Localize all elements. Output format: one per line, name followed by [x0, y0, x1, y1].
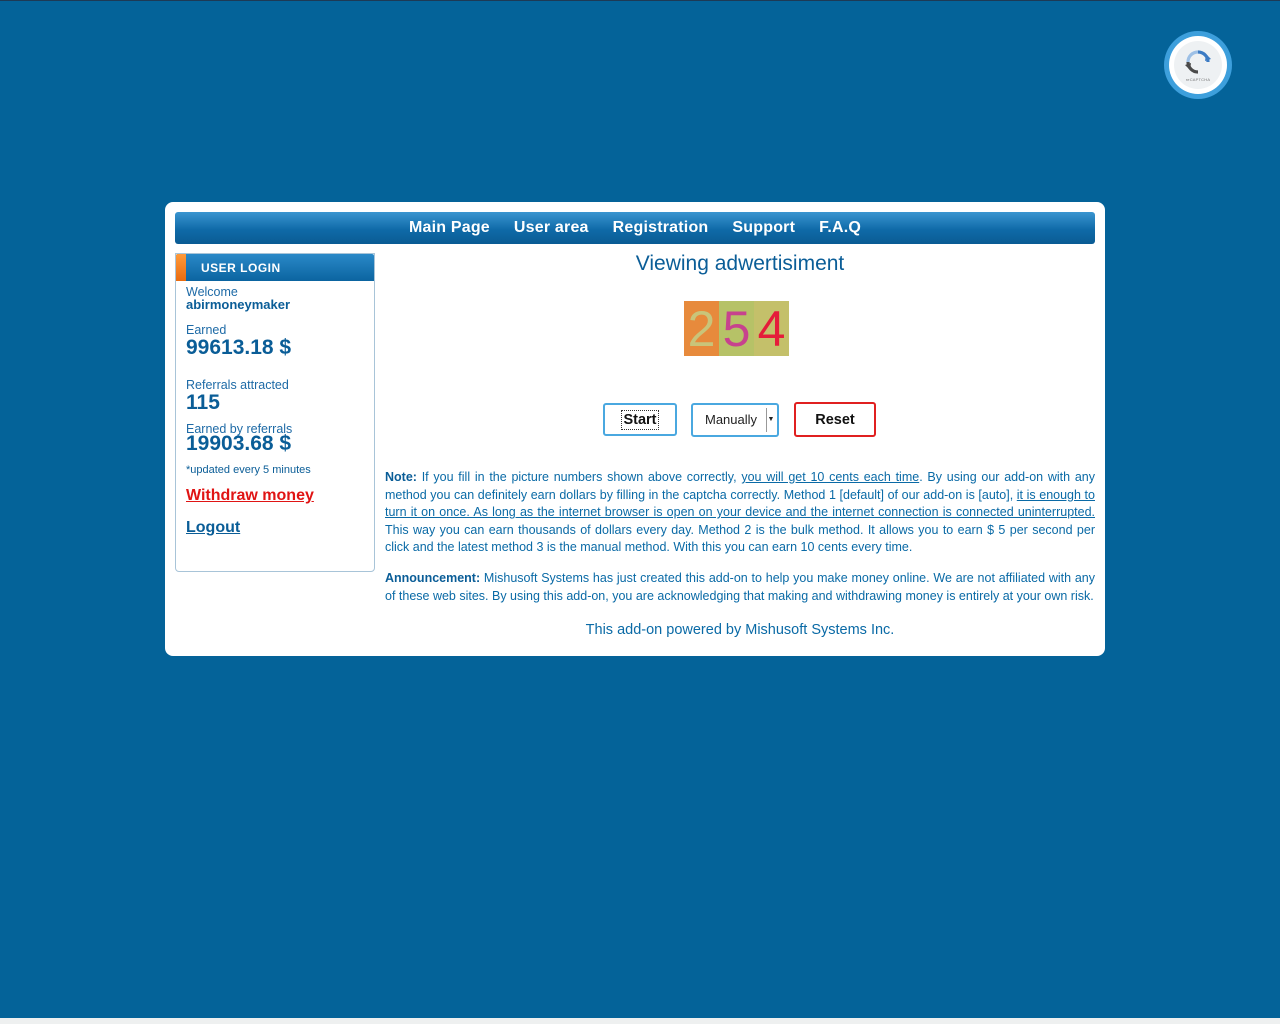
mode-select-value: Manually	[705, 412, 758, 427]
top-border	[0, 0, 1280, 1]
note-text-3: This way you can earn thousands of dolla…	[385, 522, 1095, 555]
captcha-digit: 2	[684, 301, 719, 357]
page-title: Viewing adwertisiment	[635, 252, 845, 275]
announcement-text: Mishusoft Systems has just created this …	[385, 571, 1095, 603]
user-login-box: USER LOGIN Welcome abirmoneymaker Earned…	[175, 253, 375, 572]
captcha-controls: Start Manually ▼ Reset	[603, 402, 876, 437]
login-header: USER LOGIN	[176, 254, 374, 281]
content-area: Viewing adwertisiment 2 5 4 Start Manual…	[385, 251, 1095, 638]
note-label: Note:	[385, 470, 417, 484]
earned-value: 99613.18 $	[186, 336, 292, 359]
announcement-label: Announcement:	[385, 571, 481, 585]
login-title: USER LOGIN	[201, 261, 281, 275]
logout-link[interactable]: Logout	[186, 519, 364, 537]
recaptcha-ring: reCAPTCHA	[1169, 36, 1227, 94]
update-note: *updated every 5 minutes	[186, 464, 311, 476]
top-nav: Main Page User area Registration Support…	[175, 212, 1095, 244]
nav-registration[interactable]: Registration	[601, 219, 721, 237]
withdraw-money-link[interactable]: Withdraw money	[186, 487, 364, 505]
earned-label: Earned	[186, 323, 227, 337]
recaptcha-label: reCAPTCHA	[1185, 77, 1211, 82]
nav-user-area[interactable]: User area	[502, 219, 601, 237]
note-underlined-1: you will get 10 cents each time	[741, 470, 920, 484]
referrals-value: 115	[186, 391, 220, 414]
chevron-down-icon: ▼	[766, 407, 775, 432]
header-accent	[176, 254, 186, 281]
referrals-label: Referrals attracted	[186, 378, 289, 392]
recaptcha-icon	[1185, 50, 1211, 74]
note-text-1: If you fill in the picture numbers shown…	[416, 470, 742, 484]
mode-select[interactable]: Manually ▼	[691, 402, 779, 437]
referral-earnings-value: 19903.68 $	[186, 432, 292, 455]
reset-button[interactable]: Reset	[794, 402, 876, 437]
nav-support[interactable]: Support	[720, 219, 807, 237]
main-panel: Main Page User area Registration Support…	[165, 202, 1105, 656]
username: abirmoneymaker	[186, 297, 291, 312]
note-paragraph: Note: If you fill in the picture numbers…	[385, 469, 1095, 557]
recaptcha-badge[interactable]: reCAPTCHA	[1164, 31, 1232, 99]
recaptcha-core: reCAPTCHA	[1174, 41, 1222, 89]
captcha-digit: 4	[754, 301, 789, 357]
nav-main-page[interactable]: Main Page	[397, 219, 502, 237]
nav-faq[interactable]: F.A.Q	[807, 219, 873, 237]
captcha-image: 2 5 4	[684, 301, 789, 357]
captcha-digit: 5	[719, 301, 754, 357]
start-button[interactable]: Start	[603, 403, 677, 436]
powered-by-text: This add-on powered by Mishusoft Systems…	[585, 622, 895, 638]
bottom-strip	[0, 1018, 1280, 1024]
announcement-paragraph: Announcement: Mishusoft Systems has just…	[385, 570, 1095, 605]
start-label: Start	[621, 409, 659, 430]
